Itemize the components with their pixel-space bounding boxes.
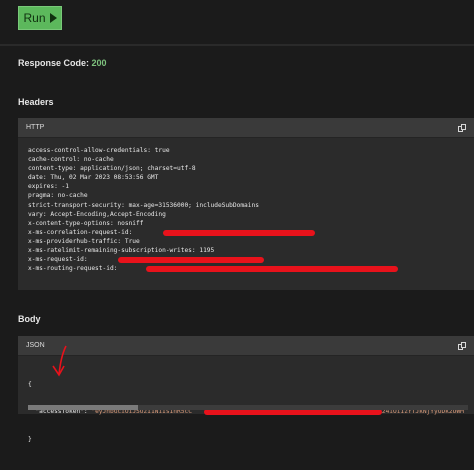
header-line-text: x-content-type-options: nosniff bbox=[28, 219, 144, 227]
headers-panel-label: HTTP bbox=[26, 124, 45, 131]
header-line-text: x-ms-request-id: bbox=[28, 256, 88, 264]
header-line: cache-control: no-cache bbox=[28, 155, 464, 164]
body-panel-bar: JSON bbox=[18, 336, 474, 356]
run-button[interactable]: Run bbox=[18, 6, 62, 30]
header-line: x-ms-correlation-request-id: bbox=[28, 228, 464, 237]
copy-icon[interactable] bbox=[458, 123, 466, 132]
scrollbar-thumb[interactable] bbox=[28, 405, 138, 410]
annotation-arrow-icon bbox=[52, 345, 67, 377]
response-code-line: Response Code: 200 bbox=[18, 58, 107, 68]
header-line: x-ms-providerhub-traffic: True bbox=[28, 237, 464, 246]
redaction-mark bbox=[118, 257, 264, 264]
headers-title: Headers bbox=[18, 97, 54, 107]
header-line-text: x-ms-correlation-request-id: bbox=[28, 228, 133, 236]
header-line: x-ms-request-id: bbox=[28, 255, 464, 264]
header-line-text: date: Thu, 02 Mar 2023 08:53:56 GMT bbox=[28, 174, 159, 182]
header-line: pragma: no-cache bbox=[28, 191, 464, 200]
header-line-text: x-ms-routing-request-id: bbox=[28, 265, 118, 273]
header-line: date: Thu, 02 Mar 2023 08:53:56 GMT bbox=[28, 173, 464, 182]
response-code-label: Response Code: bbox=[18, 58, 90, 68]
header-line-text: pragma: no-cache bbox=[28, 192, 88, 200]
body-panel-label: JSON bbox=[26, 342, 45, 349]
header-line-text: cache-control: no-cache bbox=[28, 156, 114, 164]
copy-icon[interactable] bbox=[458, 341, 466, 350]
redaction-mark bbox=[163, 229, 315, 236]
header-line-text: x-ms-ratelimit-remaining-subscription-wr… bbox=[28, 247, 215, 255]
header-line-text: x-ms-providerhub-traffic: True bbox=[28, 237, 140, 245]
body-code[interactable]: { "accessToken": "eyJhbGciOiJSUzI1NiIsIn… bbox=[18, 356, 474, 470]
header-line: x-ms-ratelimit-remaining-subscription-wr… bbox=[28, 246, 464, 255]
header-line: expires: -1 bbox=[28, 182, 464, 191]
headers-panel: HTTP access-control-allow-credentials: t… bbox=[18, 118, 474, 290]
body-title: Body bbox=[18, 314, 41, 324]
header-line-text: vary: Accept-Encoding,Accept-Encoding bbox=[28, 210, 166, 218]
response-code-value: 200 bbox=[91, 58, 107, 68]
redaction-mark bbox=[146, 266, 398, 273]
body-panel: JSON { "accessToken": "eyJhbGciOiJSUzI1N… bbox=[18, 336, 474, 443]
header-line: access-control-allow-credentials: true bbox=[28, 146, 464, 155]
json-close-brace: } bbox=[28, 435, 32, 443]
header-line-text: strict-transport-security: max-age=31536… bbox=[28, 201, 259, 209]
header-line: content-type: application/json; charset=… bbox=[28, 164, 464, 173]
header-line-text: access-control-allow-credentials: true bbox=[28, 147, 170, 154]
run-label: Run bbox=[23, 11, 46, 25]
divider bbox=[0, 44, 474, 46]
header-line: vary: Accept-Encoding,Accept-Encoding bbox=[28, 210, 464, 219]
headers-code: access-control-allow-credentials: true ca… bbox=[18, 138, 474, 281]
redaction-mark bbox=[204, 409, 382, 416]
header-line: strict-transport-security: max-age=31536… bbox=[28, 201, 464, 210]
horizontal-scrollbar[interactable] bbox=[28, 405, 468, 410]
header-line: x-ms-routing-request-id: bbox=[28, 264, 464, 273]
json-open-brace: { bbox=[28, 381, 32, 389]
header-line-text: content-type: application/json; charset=… bbox=[28, 165, 196, 173]
header-line: x-content-type-options: nosniff bbox=[28, 219, 464, 228]
play-icon bbox=[49, 13, 57, 23]
header-line-text: expires: -1 bbox=[28, 183, 69, 191]
headers-panel-bar: HTTP bbox=[18, 118, 474, 138]
